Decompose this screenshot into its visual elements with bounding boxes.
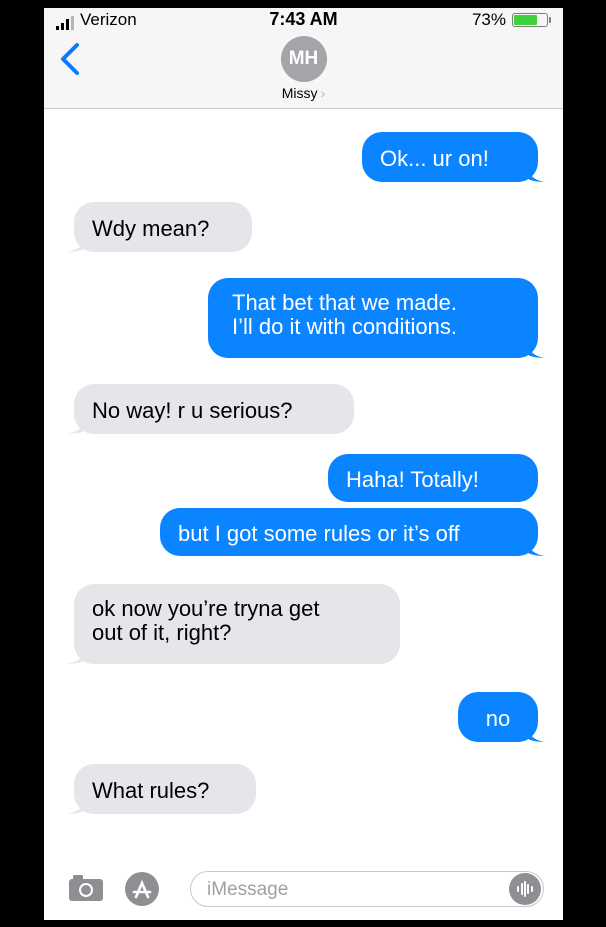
- bubble-tail: [527, 340, 545, 358]
- device-frame-left: [0, 0, 44, 927]
- message-text: What rules?: [92, 778, 210, 803]
- message-bubble-incoming[interactable]: ok now you’re tryna get out of it, right…: [67, 584, 400, 664]
- imessage-input-container[interactable]: [190, 871, 544, 908]
- message-text-line: out of it, right?: [92, 620, 232, 645]
- device-frame-top: [0, 0, 606, 8]
- message-text: but I got some rules or it’s off: [178, 521, 460, 546]
- status-bar: Verizon 7:43 AM 73%: [44, 8, 563, 32]
- avatar[interactable]: MH: [280, 36, 327, 82]
- message-bubble-outgoing[interactable]: Haha! Totally!: [328, 454, 538, 502]
- conversation-header: Verizon 7:43 AM 73% MH Missy ›: [44, 8, 563, 109]
- message-text: Haha! Totally!: [346, 467, 479, 492]
- message-text: Ok... ur on!: [380, 146, 489, 171]
- message-text-line: I’ll do it with conditions.: [232, 314, 457, 339]
- message-text-line: That bet that we made.: [232, 290, 458, 315]
- message-thread: Ok... ur on! Wdy mean? That bet that we …: [44, 108, 563, 848]
- battery-percent: 73%: [471, 10, 506, 29]
- bubble-tail: [67, 234, 85, 252]
- message-composer: [44, 860, 563, 920]
- chevron-right-icon: ›: [320, 85, 326, 101]
- bubble-tail: [527, 724, 545, 742]
- message-text: no: [485, 706, 511, 731]
- message-bubble-incoming[interactable]: Wdy mean?: [67, 202, 252, 252]
- bubble-tail: [67, 416, 85, 434]
- bubble-tail: [67, 796, 85, 814]
- device-frame-bottom: [0, 920, 606, 927]
- camera-icon[interactable]: [68, 874, 104, 902]
- device-frame-right: [563, 0, 606, 927]
- battery-tip: [549, 17, 551, 23]
- battery-icon: [512, 13, 548, 27]
- bubble-tail: [527, 538, 545, 556]
- message-bubble-incoming[interactable]: No way! r u serious?: [67, 384, 354, 434]
- bubble-tail: [527, 164, 545, 182]
- imessage-input[interactable]: [205, 872, 499, 908]
- message-text: Wdy mean?: [92, 216, 210, 241]
- message-bubble-incoming[interactable]: What rules?: [67, 764, 256, 814]
- audio-waveform-icon[interactable]: [509, 873, 541, 905]
- phone-screen: Verizon 7:43 AM 73% MH Missy › Ok... ur …: [44, 8, 563, 920]
- app-store-icon[interactable]: [124, 871, 160, 907]
- battery-indicator: 73%: [472, 10, 551, 30]
- message-bubble-outgoing[interactable]: Ok... ur on!: [362, 132, 545, 182]
- bubble-tail: [67, 646, 85, 664]
- contact-header[interactable]: MH Missy ›: [44, 36, 563, 101]
- message-bubble-outgoing[interactable]: That bet that we made. I’ll do it with c…: [208, 278, 545, 358]
- message-text: No way! r u serious?: [92, 398, 293, 423]
- message-bubble-outgoing[interactable]: no: [458, 692, 545, 742]
- contact-name[interactable]: Missy: [282, 85, 318, 101]
- battery-level-fill: [514, 15, 538, 25]
- message-bubble-outgoing[interactable]: but I got some rules or it’s off: [160, 508, 545, 556]
- message-text-line: ok now you’re tryna get: [92, 596, 320, 621]
- contact-name-row[interactable]: Missy ›: [282, 85, 325, 101]
